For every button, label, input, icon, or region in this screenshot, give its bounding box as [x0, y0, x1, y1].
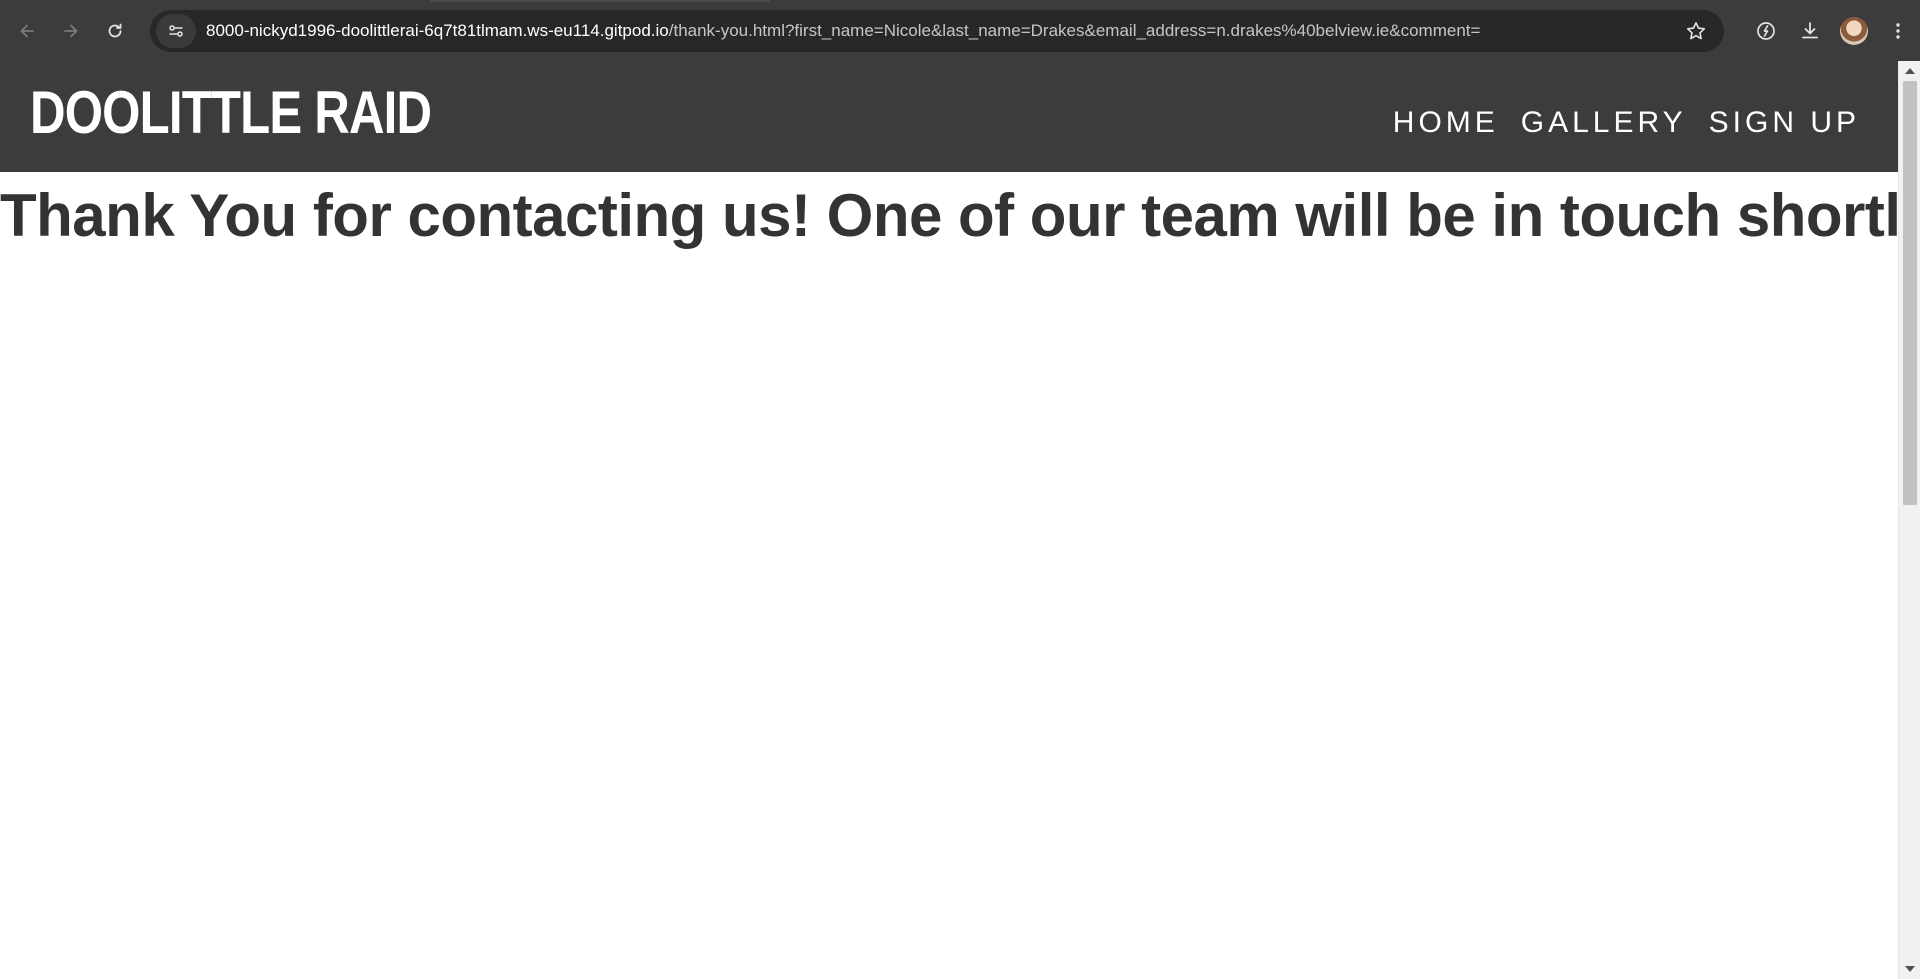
download-button[interactable]: [1788, 9, 1832, 53]
toolbar-actions: [1744, 8, 1920, 54]
site-nav: HOME GALLERY SIGN UP: [1393, 105, 1860, 141]
browser-menu-button[interactable]: [1876, 9, 1920, 53]
kebab-menu-icon: [1896, 23, 1900, 39]
thank-you-message: Thank You for contacting us! One of our …: [0, 182, 1898, 249]
forward-button[interactable]: [49, 9, 93, 53]
scroll-up-arrow-icon[interactable]: [1905, 68, 1915, 74]
page-viewport: DOOLITTLE RAID HOME GALLERY SIGN UP Than…: [0, 61, 1898, 979]
reload-icon: [108, 23, 122, 37]
url-host: 8000-nickyd1996-doolittlerai-6q7t81tlmam…: [206, 21, 669, 40]
forward-arrow-icon: [64, 24, 78, 37]
browser-toolbar: 8000-nickyd1996-doolittlerai-6q7t81tlmam…: [0, 0, 1920, 61]
star-icon: [1686, 22, 1706, 40]
back-button[interactable]: [5, 9, 49, 53]
back-arrow-icon: [20, 24, 34, 37]
site-logo[interactable]: DOOLITTLE RAID: [30, 81, 432, 145]
site-info-button[interactable]: [156, 14, 196, 48]
site-header: DOOLITTLE RAID HOME GALLERY SIGN UP: [0, 61, 1898, 172]
download-icon: [1802, 22, 1818, 39]
extension-icon: [1757, 22, 1775, 40]
scrollbar-thumb[interactable]: [1903, 81, 1917, 505]
address-bar[interactable]: 8000-nickyd1996-doolittlerai-6q7t81tlmam…: [150, 10, 1724, 52]
site-info-icon: [169, 25, 183, 37]
tab-strip-edge: [430, 0, 770, 2]
profile-avatar[interactable]: [1840, 17, 1868, 45]
url-path: /thank-you.html?first_name=Nicole&last_n…: [668, 21, 1481, 40]
reload-button[interactable]: [93, 9, 137, 53]
nav-gallery-link[interactable]: GALLERY: [1521, 105, 1687, 141]
nav-home-link[interactable]: HOME: [1393, 105, 1499, 141]
scroll-down-arrow-icon[interactable]: [1905, 966, 1915, 972]
vertical-scrollbar[interactable]: [1898, 61, 1920, 979]
extension-button[interactable]: [1744, 9, 1788, 53]
nav-sign-up-link[interactable]: SIGN UP: [1709, 105, 1860, 141]
url-text[interactable]: 8000-nickyd1996-doolittlerai-6q7t81tlmam…: [206, 21, 1676, 41]
bookmark-button[interactable]: [1676, 11, 1716, 51]
